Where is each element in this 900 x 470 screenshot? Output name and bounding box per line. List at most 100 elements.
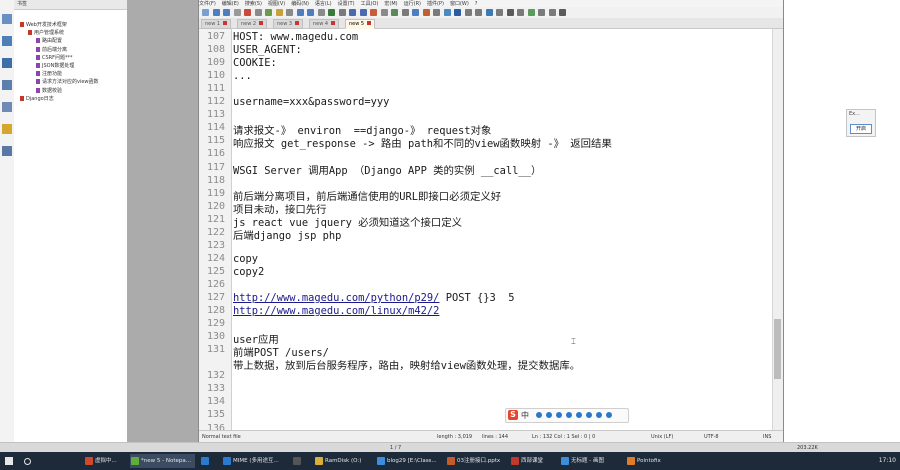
toolbar-button-icon[interactable] bbox=[233, 9, 241, 16]
toolbar-button-icon[interactable] bbox=[527, 9, 535, 16]
scrollbar-thumb[interactable] bbox=[774, 319, 781, 379]
tools-icon[interactable] bbox=[2, 146, 12, 156]
code-line[interactable]: WSGI Server 调用App （Django APP 类的实例 __cal… bbox=[233, 162, 541, 177]
bookmark-item[interactable]: 用户管理系统 bbox=[28, 30, 64, 37]
taskbar-item[interactable]: blog29 [E:\Class... bbox=[376, 454, 441, 468]
toolbar-button-icon[interactable] bbox=[265, 9, 272, 16]
code-line[interactable]: 响应报文 get_response -> 路由 path和不同的view函数映射… bbox=[233, 135, 612, 150]
toolbar-button-icon[interactable] bbox=[496, 9, 503, 16]
widget-open-button[interactable]: 开启 bbox=[850, 124, 872, 134]
skin-icon[interactable] bbox=[586, 412, 592, 418]
toolbox-icon[interactable] bbox=[596, 412, 602, 418]
link-icon[interactable] bbox=[2, 102, 12, 112]
close-icon[interactable] bbox=[367, 21, 372, 25]
toolbar-button-icon[interactable] bbox=[223, 9, 230, 16]
close-icon[interactable] bbox=[295, 21, 300, 25]
microphone-icon[interactable] bbox=[566, 412, 572, 418]
tab-new-2[interactable]: new 2 bbox=[237, 19, 268, 29]
toolbar-button-icon[interactable] bbox=[349, 9, 356, 16]
toolbar-button-icon[interactable] bbox=[475, 9, 482, 16]
toolbar-button-icon[interactable] bbox=[391, 9, 398, 16]
code-line[interactable]: 带上数据，放到后台服务程序，路由，映射给view函数处理，提交数据库。 bbox=[233, 357, 580, 372]
taskbar-item[interactable]: 无标题 - 画图 bbox=[560, 454, 621, 468]
toolbar-button-icon[interactable] bbox=[275, 9, 283, 16]
toolbar-button-icon[interactable] bbox=[380, 9, 388, 16]
code-line[interactable]: copy bbox=[233, 253, 258, 265]
bookmark-item[interactable]: 请求方法对应的view函数 bbox=[36, 79, 99, 86]
toolbar-button-icon[interactable] bbox=[254, 9, 262, 16]
layers-icon[interactable] bbox=[2, 80, 12, 90]
toolbar-button-icon[interactable] bbox=[359, 9, 367, 16]
lock-icon[interactable] bbox=[2, 124, 12, 134]
toolbar-button-icon[interactable] bbox=[328, 9, 335, 16]
taskbar-item[interactable]: Pointofix bbox=[626, 454, 673, 468]
toolbar-button-icon[interactable] bbox=[433, 9, 440, 16]
toolbar-button-icon[interactable] bbox=[548, 9, 556, 16]
toolbar-button-icon[interactable] bbox=[317, 9, 325, 16]
url-link[interactable]: http://www.magedu.com/python/p29/ bbox=[233, 292, 439, 304]
search-button[interactable] bbox=[20, 454, 34, 468]
ime-language-toggle[interactable]: 中 bbox=[521, 409, 529, 422]
punctuation-icon[interactable] bbox=[546, 412, 552, 418]
code-line[interactable]: http://www.magedu.com/python/p29/ POST {… bbox=[233, 292, 515, 304]
toolbar-button-icon[interactable] bbox=[296, 9, 304, 16]
toolbar-button-icon[interactable] bbox=[454, 9, 461, 16]
bookmark-item[interactable]: 前后端分离 bbox=[36, 46, 67, 54]
ime-toolbar[interactable]: S 中 bbox=[505, 408, 629, 423]
bookmark-item[interactable]: JSON数据处理 bbox=[36, 63, 74, 70]
tab-new-5[interactable]: new 5 bbox=[345, 19, 376, 29]
taskbar-item[interactable] bbox=[292, 454, 309, 468]
toolbar-button-icon[interactable] bbox=[464, 9, 472, 16]
tab-new-1[interactable]: new 1 bbox=[201, 19, 232, 29]
url-link[interactable]: http://www.magedu.com/linux/m42/2 bbox=[233, 305, 439, 317]
close-icon[interactable] bbox=[331, 21, 336, 25]
code-line[interactable]: HOST: www.magedu.com bbox=[233, 31, 358, 43]
code-line[interactable]: http://www.magedu.com/linux/m42/2 bbox=[233, 305, 439, 317]
toolbar-button-icon[interactable] bbox=[401, 9, 409, 16]
bookmark-item[interactable]: CSRF问题*** bbox=[36, 54, 73, 62]
keyboard-icon[interactable] bbox=[576, 412, 582, 418]
taskbar-item[interactable]: 03注册接口.pptx bbox=[446, 454, 505, 468]
bookmark-item[interactable]: 数据校验 bbox=[36, 87, 62, 95]
bookmark-item[interactable]: 注册功能 bbox=[36, 71, 62, 78]
taskbar-clock[interactable]: 17:10 bbox=[879, 454, 896, 468]
taskbar-item[interactable]: 西部课堂 bbox=[510, 454, 555, 468]
toolbar-button-icon[interactable] bbox=[286, 9, 293, 16]
toolbar-button-icon[interactable] bbox=[506, 9, 514, 16]
toolbar-button-icon[interactable] bbox=[307, 9, 314, 16]
code-line[interactable]: username=xxx&password=yyy bbox=[233, 96, 389, 108]
pages-icon[interactable] bbox=[2, 58, 12, 68]
moon-icon[interactable] bbox=[536, 412, 542, 418]
bookmark-item[interactable]: 路由配置 bbox=[36, 38, 62, 45]
taskbar-item[interactable]: *new 5 - Notepa... bbox=[130, 454, 195, 468]
ime-logo-icon[interactable]: S bbox=[508, 410, 518, 420]
toolbar-button-icon[interactable] bbox=[212, 9, 220, 16]
code-line[interactable]: copy2 bbox=[233, 266, 264, 278]
taskbar-item[interactable]: MIME (多用途互... bbox=[222, 454, 287, 468]
toolbar-button-icon[interactable] bbox=[412, 9, 419, 16]
taskbar-item[interactable]: RamDisk (O:) bbox=[314, 454, 371, 468]
bookmark-item[interactable]: Web开发技术框架 bbox=[20, 22, 67, 29]
toolbar-button-icon[interactable] bbox=[485, 9, 493, 16]
toolbar-button-icon[interactable] bbox=[422, 9, 430, 16]
toolbar-button-icon[interactable] bbox=[244, 9, 251, 16]
close-icon[interactable] bbox=[223, 21, 228, 25]
toolbar-button-icon[interactable] bbox=[338, 9, 346, 16]
tab-new-4[interactable]: new 4 bbox=[309, 19, 340, 29]
close-icon[interactable] bbox=[259, 21, 264, 25]
toolbar-button-icon[interactable] bbox=[559, 9, 566, 16]
toolbar-button-icon[interactable] bbox=[538, 9, 545, 16]
grid-icon[interactable] bbox=[606, 412, 612, 418]
code-area[interactable]: HOST: www.magedu.com USER_AGENT: COOKIE:..… bbox=[232, 29, 772, 430]
toolbar-button-icon[interactable] bbox=[443, 9, 451, 16]
tab-new-3[interactable]: new 3 bbox=[273, 19, 304, 29]
start-button[interactable] bbox=[2, 454, 16, 468]
document-icon[interactable] bbox=[2, 36, 12, 46]
code-line[interactable]: ... bbox=[233, 70, 252, 82]
code-line[interactable]: USER_AGENT: bbox=[233, 44, 302, 56]
taskbar-item[interactable]: 虚拟中... bbox=[84, 454, 125, 468]
taskbar-item[interactable] bbox=[200, 454, 217, 468]
code-line[interactable]: COOKIE: bbox=[233, 57, 277, 69]
toolbar-button-icon[interactable] bbox=[517, 9, 524, 16]
bookmark-icon[interactable] bbox=[2, 14, 12, 24]
